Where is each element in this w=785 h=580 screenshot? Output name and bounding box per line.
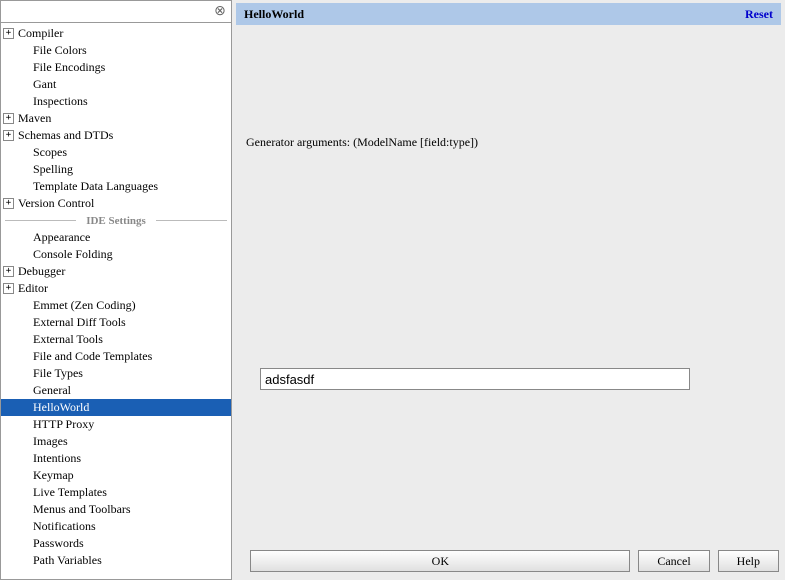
tree-item[interactable]: + Debugger (1, 263, 231, 280)
tree-item-label: Passwords (33, 536, 84, 551)
tree-item-label: General (33, 383, 71, 398)
settings-detail-panel: HelloWorld Reset Generator arguments: (M… (232, 0, 785, 580)
page-title: HelloWorld (244, 7, 745, 22)
tree-item[interactable]: External Diff Tools (1, 314, 231, 331)
tree-item-label: Editor (18, 281, 48, 296)
tree-item-label: Keymap (33, 468, 74, 483)
expand-icon[interactable]: + (3, 28, 14, 39)
tree-item-label: Gant (33, 77, 56, 92)
tree-item[interactable]: Live Templates (1, 484, 231, 501)
settings-tree[interactable]: + Compiler File Colors File Encodings Gant In… (1, 23, 231, 579)
tree-item[interactable]: Scopes (1, 144, 231, 161)
search-bar: ⊗ (1, 1, 231, 23)
tree-item[interactable]: External Tools (1, 331, 231, 348)
tree-item[interactable]: Keymap (1, 467, 231, 484)
clear-search-icon[interactable]: ⊗ (212, 4, 228, 20)
tree-item-label: Images (33, 434, 68, 449)
tree-item[interactable]: Images (1, 433, 231, 450)
tree-item-label: Template Data Languages (33, 179, 158, 194)
tree-item-label: Scopes (33, 145, 67, 160)
tree-item[interactable]: Notifications (1, 518, 231, 535)
tree-item-label: HTTP Proxy (33, 417, 94, 432)
section-header: IDE Settings (1, 212, 231, 229)
tree-item-label: Version Control (18, 196, 94, 211)
tree-item[interactable]: Intentions (1, 450, 231, 467)
tree-item-label: Notifications (33, 519, 96, 534)
tree-item[interactable]: File Types (1, 365, 231, 382)
tree-item-label: Appearance (33, 230, 90, 245)
tree-item[interactable]: Menus and Toolbars (1, 501, 231, 518)
tree-item[interactable]: Path Variables (1, 552, 231, 569)
tree-item-label: File Colors (33, 43, 87, 58)
content-area: Generator arguments: (ModelName [field:t… (236, 25, 781, 546)
panel-header: HelloWorld Reset (236, 3, 781, 25)
tree-item[interactable]: + Compiler (1, 25, 231, 42)
search-input[interactable] (2, 3, 212, 21)
expand-icon[interactable]: + (3, 198, 14, 209)
button-bar: OK Cancel Help (236, 546, 781, 576)
tree-item-label: Spelling (33, 162, 73, 177)
tree-item[interactable]: Inspections (1, 93, 231, 110)
tree-item-label: Debugger (18, 264, 65, 279)
tree-item[interactable]: HTTP Proxy (1, 416, 231, 433)
tree-item-label: Inspections (33, 94, 88, 109)
settings-sidebar: ⊗ + Compiler File Colors File Encodings Gant… (0, 0, 232, 580)
tree-item-label: External Tools (33, 332, 103, 347)
tree-item[interactable]: File and Code Templates (1, 348, 231, 365)
reset-link[interactable]: Reset (745, 7, 773, 22)
expand-icon[interactable]: + (3, 266, 14, 277)
tree-item-label: File Encodings (33, 60, 105, 75)
tree-item-label: Live Templates (33, 485, 107, 500)
generator-args-input[interactable] (260, 368, 690, 390)
tree-item[interactable]: File Colors (1, 42, 231, 59)
tree-item[interactable]: Console Folding (1, 246, 231, 263)
tree-item[interactable]: Passwords (1, 535, 231, 552)
tree-item[interactable]: File Encodings (1, 59, 231, 76)
tree-item-label: Menus and Toolbars (33, 502, 131, 517)
tree-item[interactable]: General (1, 382, 231, 399)
tree-item[interactable]: Appearance (1, 229, 231, 246)
tree-item[interactable]: Spelling (1, 161, 231, 178)
section-label: IDE Settings (80, 215, 152, 227)
tree-item-label: File Types (33, 366, 83, 381)
tree-item-label: Compiler (18, 26, 63, 41)
tree-item[interactable]: Gant (1, 76, 231, 93)
tree-item[interactable]: + Editor (1, 280, 231, 297)
tree-item-label: Intentions (33, 451, 81, 466)
tree-item-label: Emmet (Zen Coding) (33, 298, 136, 313)
generator-args-label: Generator arguments: (ModelName [field:t… (246, 135, 771, 150)
tree-item-label: HelloWorld (33, 400, 89, 415)
tree-item[interactable]: + Schemas and DTDs (1, 127, 231, 144)
expand-icon[interactable]: + (3, 283, 14, 294)
tree-item[interactable]: Emmet (Zen Coding) (1, 297, 231, 314)
expand-icon[interactable]: + (3, 113, 14, 124)
tree-item-label: Console Folding (33, 247, 113, 262)
tree-item-label: Path Variables (33, 553, 102, 568)
tree-item[interactable]: + Version Control (1, 195, 231, 212)
tree-item-label: External Diff Tools (33, 315, 126, 330)
ok-button[interactable]: OK (250, 550, 630, 572)
help-button[interactable]: Help (718, 550, 779, 572)
tree-item[interactable]: + Maven (1, 110, 231, 127)
tree-item-label: Schemas and DTDs (18, 128, 113, 143)
tree-item-label: File and Code Templates (33, 349, 152, 364)
tree-item[interactable]: Template Data Languages (1, 178, 231, 195)
cancel-button[interactable]: Cancel (638, 550, 709, 572)
tree-item-label: Maven (18, 111, 51, 126)
expand-icon[interactable]: + (3, 130, 14, 141)
tree-item[interactable]: HelloWorld (1, 399, 231, 416)
